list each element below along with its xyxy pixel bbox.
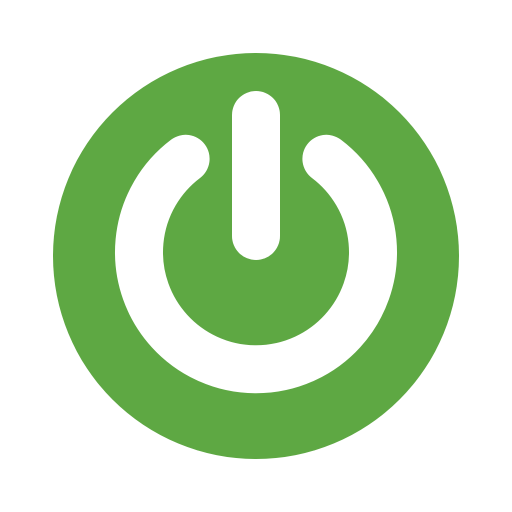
icon-canvas [0, 0, 512, 512]
power-icon [53, 53, 459, 459]
power-button[interactable] [0, 0, 512, 512]
